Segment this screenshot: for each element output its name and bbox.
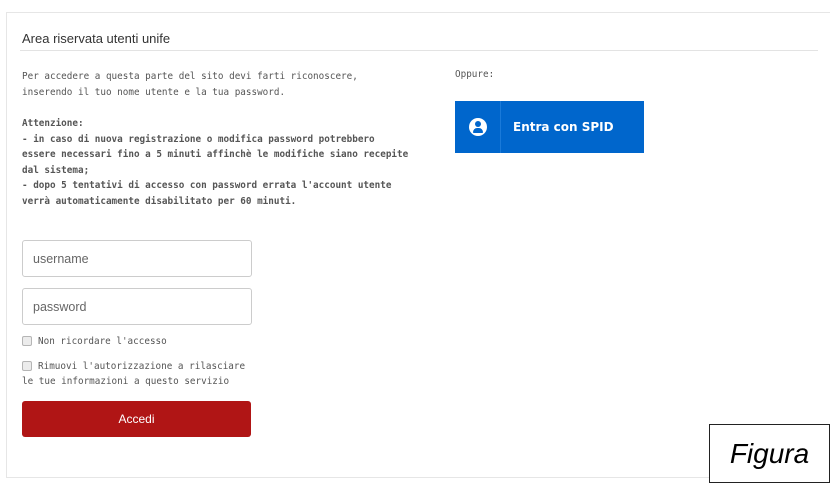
username-input[interactable]: [22, 240, 252, 277]
warning-line: dal sistema;: [22, 164, 90, 176]
revoke-authorization-option[interactable]: Rimuovi l'autorizzazione a rilasciare: [22, 359, 245, 374]
figure-caption-box: Figura: [709, 424, 830, 483]
warning-notice: Attenzione: - in caso di nuova registraz…: [22, 116, 442, 209]
user-icon: [468, 118, 487, 136]
title-divider: [20, 50, 818, 51]
warning-line: essere necessari fino a 5 minuti affinch…: [22, 149, 409, 160]
revoke-label-line1: Rimuovi l'autorizzazione a rilasciare: [38, 361, 246, 372]
figure-caption: Figura: [729, 437, 810, 469]
warning-line: - in caso di nuova registrazione o modif…: [22, 133, 375, 145]
intro-line: Per accedere a questa parte del sito dev…: [22, 71, 358, 82]
warning-line: - dopo 5 tentativi di accesso con passwo…: [22, 180, 392, 191]
warning-heading: Attenzione:: [22, 118, 84, 129]
remember-option[interactable]: Non ricordare l'accesso: [22, 334, 167, 349]
alternative-login-label: Oppure:: [455, 69, 495, 80]
password-input[interactable]: [22, 288, 252, 325]
spid-button-label: Entra con SPID: [513, 120, 614, 134]
spid-login-button[interactable]: Entra con SPID: [455, 101, 644, 153]
remember-checkbox[interactable]: [22, 336, 32, 346]
revoke-checkbox[interactable]: [22, 361, 32, 371]
login-button[interactable]: Accedi: [22, 401, 251, 437]
spid-icon-area: [455, 101, 501, 153]
revoke-label-line2: le tue informazioni a questo servizio: [22, 376, 230, 387]
remember-label: Non ricordare l'accesso: [38, 336, 167, 347]
intro-text: Per accedere a questa parte del sito dev…: [22, 69, 422, 100]
section-title: Area riservata utenti unife: [22, 31, 171, 46]
warning-line: verrà automaticamente disabilitato per 6…: [22, 195, 297, 207]
intro-line: inserendo il tuo nome utente e la tua pa…: [22, 86, 286, 98]
